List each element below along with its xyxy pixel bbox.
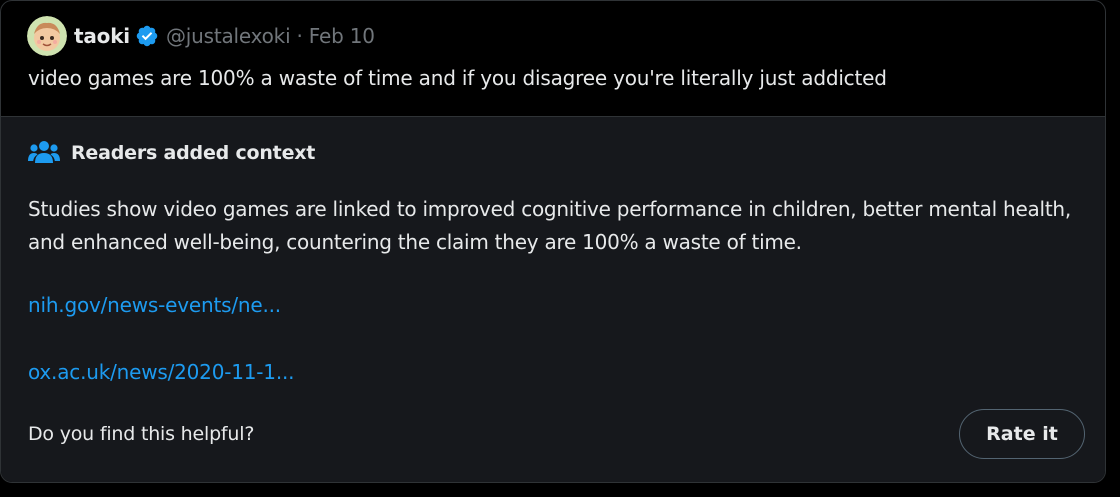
verified-badge-icon [135, 24, 159, 48]
note-text: Studies show video games are linked to i… [28, 197, 1071, 254]
community-note: Readers added context Studies show video… [1, 116, 1105, 482]
helpful-question: Do you find this helpful? [28, 423, 255, 445]
avatar[interactable] [27, 16, 67, 56]
separator-dot: · [296, 24, 303, 48]
community-notes-title: Readers added context [71, 142, 316, 164]
community-notes-icon [28, 139, 60, 167]
community-note-header: Readers added context [28, 139, 315, 167]
rate-it-button[interactable]: Rate it [959, 409, 1085, 459]
tweet-header: taoki @justalexoki · Feb 10 [27, 16, 375, 56]
tweet-date[interactable]: Feb 10 [309, 24, 375, 48]
note-link-1[interactable]: nih.gov/news-events/ne... [28, 293, 281, 317]
note-link-2[interactable]: ox.ac.uk/news/2020-11-1... [28, 360, 294, 384]
user-handle[interactable]: @justalexoki [166, 24, 291, 48]
tweet-text: video games are 100% a waste of time and… [28, 66, 887, 90]
user-name[interactable]: taoki [74, 24, 130, 48]
tweet-card: taoki @justalexoki · Feb 10 video games … [0, 0, 1106, 483]
